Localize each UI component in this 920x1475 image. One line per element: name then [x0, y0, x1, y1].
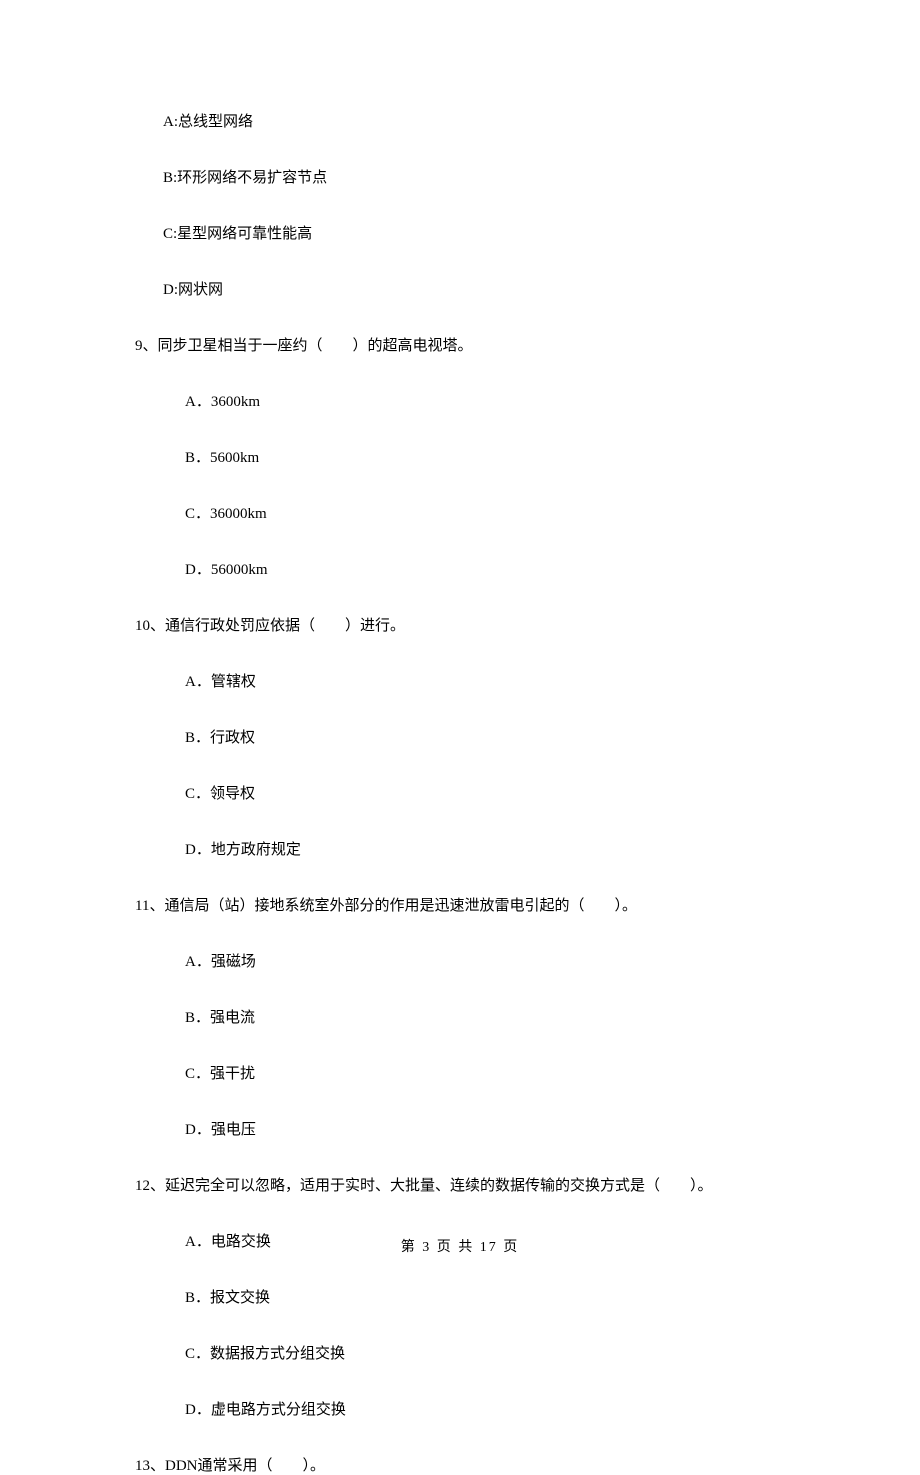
q11-option-d: D．强电压: [135, 1118, 820, 1139]
q9-option-a: A．3600km: [135, 390, 820, 411]
q12-text: 12、延迟完全可以忽略，适用于实时、大批量、连续的数据传输的交换方式是（ ）。: [135, 1174, 820, 1195]
q8-option-a: A:总线型网络: [135, 110, 820, 131]
q12-option-d: D．虚电路方式分组交换: [135, 1398, 820, 1419]
q8-option-b: B:环形网络不易扩容节点: [135, 166, 820, 187]
q8-option-c: C:星型网络可靠性能高: [135, 222, 820, 243]
q10-option-d: D．地方政府规定: [135, 838, 820, 859]
q12-option-b: B．报文交换: [135, 1286, 820, 1307]
q9-text: 9、同步卫星相当于一座约（ ）的超高电视塔。: [135, 334, 820, 355]
q10-option-b: B．行政权: [135, 726, 820, 747]
page-footer: 第 3 页 共 17 页: [0, 1236, 920, 1256]
q13-text: 13、DDN通常采用（ ）。: [135, 1454, 820, 1475]
q11-option-b: B．强电流: [135, 1006, 820, 1027]
q9-option-b: B．5600km: [135, 446, 820, 467]
q11-option-a: A．强磁场: [135, 950, 820, 971]
q11-option-c: C．强干扰: [135, 1062, 820, 1083]
q9-option-d: D．56000km: [135, 558, 820, 579]
q11-text: 11、通信局（站）接地系统室外部分的作用是迅速泄放雷电引起的（ ）。: [135, 894, 820, 915]
q8-option-d: D:网状网: [135, 278, 820, 299]
q10-text: 10、通信行政处罚应依据（ ）进行。: [135, 614, 820, 635]
q10-option-a: A．管辖权: [135, 670, 820, 691]
q12-option-c: C．数据报方式分组交换: [135, 1342, 820, 1363]
q10-option-c: C．领导权: [135, 782, 820, 803]
q9-option-c: C．36000km: [135, 502, 820, 523]
